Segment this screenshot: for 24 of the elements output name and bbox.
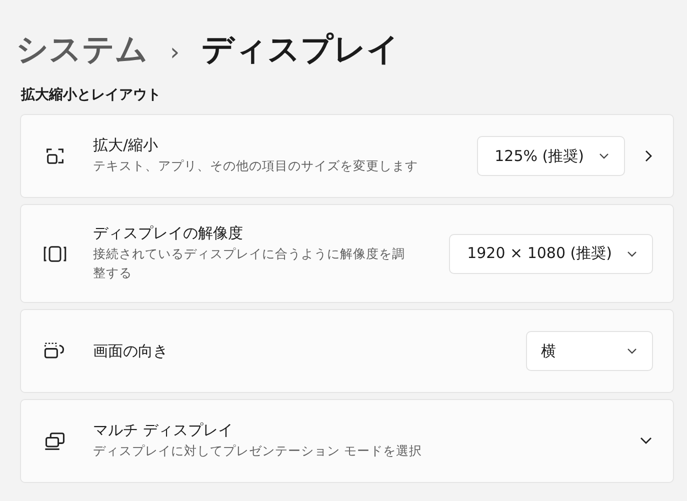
- dropdown[interactable]: 横: [526, 331, 653, 371]
- settings-card[interactable]: ディスプレイの解像度 接続されているディスプレイに合うように解像度を調整する 1920 × 1080 (推奨): [20, 204, 674, 303]
- settings-card[interactable]: 拡大/縮小 テキスト、アプリ、その他の項目のサイズを変更します 125% (推奨): [20, 114, 674, 198]
- setting-title: 拡大/縮小: [93, 136, 160, 156]
- chevron-right-icon[interactable]: [643, 149, 653, 163]
- setting-title: マルチ ディスプレイ: [93, 421, 234, 440]
- setting-description: 接続されているディスプレイに合うように解像度を調整する: [93, 245, 406, 282]
- caret-icon: [626, 347, 638, 355]
- caret-icon: [626, 250, 638, 258]
- setting-description: テキスト、アプリ、その他の項目のサイズを変更します: [93, 157, 419, 176]
- dropdown[interactable]: 1920 × 1080 (推奨): [449, 234, 653, 274]
- breadcrumb-separator: ›: [170, 38, 180, 66]
- setting-title: ディスプレイの解像度: [93, 224, 244, 244]
- setting-description: ディスプレイに対してプレゼンテーション モードを選択: [93, 442, 423, 460]
- dropdown[interactable]: 125% (推奨): [476, 136, 625, 176]
- section-title: 拡大縮小とレイアウト: [21, 86, 162, 104]
- settings-card[interactable]: マルチ ディスプレイ ディスプレイに対してプレゼンテーション モードを選択: [20, 399, 674, 483]
- setting-title: 画面の向き: [93, 342, 169, 360]
- caret-icon: [598, 152, 610, 160]
- breadcrumb-parent[interactable]: システム: [16, 28, 148, 72]
- monitors-icon: [43, 430, 67, 452]
- settings-card[interactable]: 画面の向き 横: [20, 309, 674, 393]
- page-title: ディスプレイ: [202, 29, 400, 70]
- expand-icon[interactable]: [639, 436, 653, 446]
